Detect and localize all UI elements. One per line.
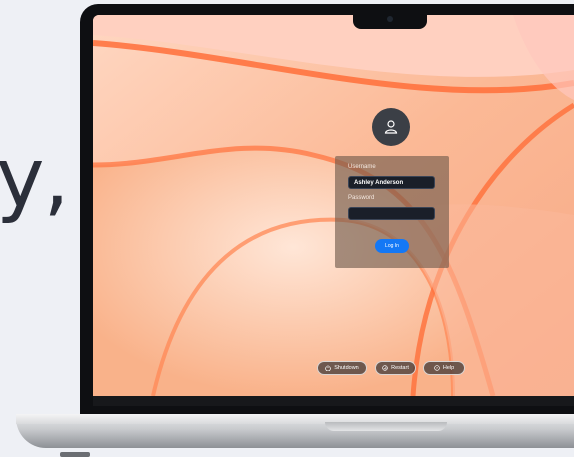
username-label: Username: [348, 164, 376, 170]
laptop-base-top: [16, 414, 574, 424]
password-label: Password: [348, 195, 375, 201]
shutdown-button[interactable]: Shutdown: [317, 361, 367, 375]
restart-label: Restart: [391, 365, 409, 371]
camera-dot: [387, 16, 393, 22]
page: y, Username Ashley Anderson Password Log…: [0, 0, 574, 457]
help-label: Help: [442, 365, 455, 371]
log-in-button[interactable]: Log In: [375, 239, 409, 253]
user-avatar: [372, 108, 410, 146]
password-field[interactable]: [348, 207, 435, 220]
hero-partial-text: y,: [0, 131, 70, 226]
restart-button[interactable]: Restart: [375, 361, 416, 375]
laptop-screen: [93, 15, 574, 396]
svg-text:?: ?: [436, 366, 438, 370]
login-panel: Username Ashley Anderson Password Log In: [335, 156, 449, 268]
username-field[interactable]: Ashley Anderson: [348, 176, 435, 189]
user-icon: [384, 120, 398, 134]
camera-notch: [353, 11, 427, 29]
wallpaper: [93, 15, 574, 396]
laptop-foot: [60, 452, 90, 457]
laptop-thumb-cutout: [325, 422, 447, 431]
laptop-chin: [93, 396, 574, 406]
power-icon: [325, 365, 332, 371]
help-icon: ?: [434, 365, 440, 371]
restart-icon: [382, 365, 388, 371]
help-button[interactable]: ? Help: [423, 361, 465, 375]
shutdown-label: Shutdown: [334, 365, 359, 371]
